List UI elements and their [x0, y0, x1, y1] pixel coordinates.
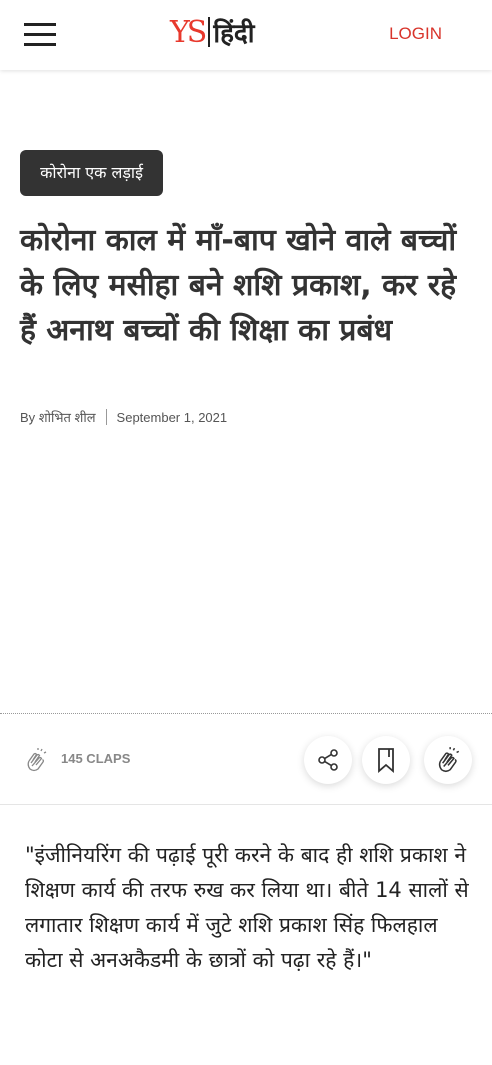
category-tag[interactable]: कोरोना एक लड़ाई [20, 150, 163, 196]
logo-divider [208, 17, 211, 47]
menu-icon[interactable] [24, 23, 56, 47]
share-button[interactable] [304, 736, 352, 784]
article-title: कोरोना काल में माँ-बाप खोने वाले बच्चों … [20, 223, 457, 348]
author-name[interactable]: By शोभित शील [20, 408, 96, 426]
clap-icon [27, 748, 47, 772]
share-icon [318, 749, 338, 771]
article-quote: "इंजीनियरिंग की पढ़ाई पूरी करने के बाद ह… [25, 843, 469, 972]
bookmark-icon [378, 748, 394, 773]
publish-date: September 1, 2021 [116, 409, 228, 425]
byline-separator [105, 409, 107, 425]
bookmark-button[interactable] [362, 736, 410, 784]
claps-count[interactable]: 145 CLAPS [61, 751, 130, 766]
site-logo[interactable]: YS हिंदी [170, 12, 254, 52]
clap-button-icon [438, 747, 460, 773]
site-header: YS हिंदी LOGIN [0, 0, 492, 70]
logo-hindi: हिंदी [213, 19, 255, 49]
logo-ys: YS [170, 14, 207, 50]
clap-button[interactable] [424, 736, 472, 784]
action-bar: 145 CLAPS [0, 714, 492, 804]
byline: By शोभित शील September 1, 2021 [20, 408, 227, 426]
login-button[interactable]: LOGIN [389, 24, 442, 44]
section-divider [0, 804, 492, 805]
